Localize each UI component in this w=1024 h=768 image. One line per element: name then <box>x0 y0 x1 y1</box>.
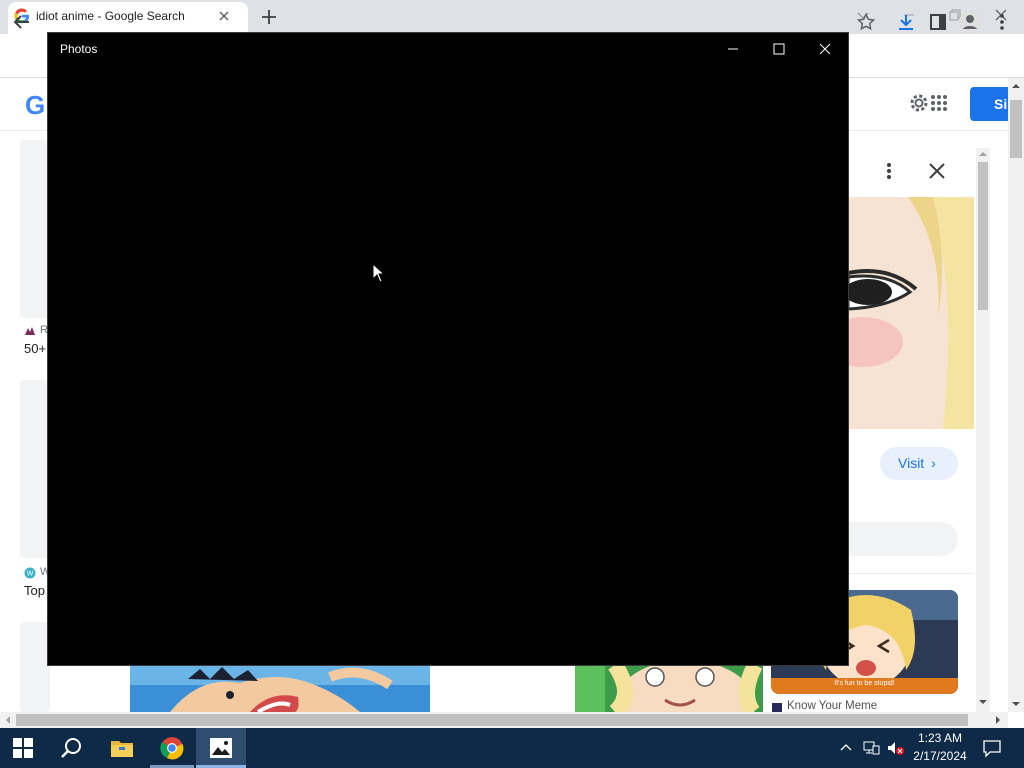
clock-date[interactable]: 2/17/2024 <box>908 749 972 763</box>
tab-title: idiot anime - Google Search <box>36 9 185 23</box>
side-panel-icon[interactable] <box>928 12 948 32</box>
network-icon[interactable] <box>862 739 880 757</box>
related-source[interactable]: Know Your Meme <box>787 700 877 712</box>
svg-text:W: W <box>27 571 34 578</box>
result-title[interactable]: Top <box>24 583 45 598</box>
file-explorer-icon[interactable] <box>110 737 134 759</box>
scroll-down-arrow-icon[interactable] <box>979 698 987 706</box>
page-scrollbar-thumb[interactable] <box>1010 100 1022 158</box>
page-vertical-scrollbar[interactable] <box>1008 78 1024 712</box>
chrome-icon[interactable] <box>160 736 184 760</box>
scroll-right-arrow-icon[interactable] <box>994 716 1002 724</box>
apps-grid-icon[interactable] <box>930 94 948 112</box>
panel-scrollbar-thumb[interactable] <box>978 162 988 310</box>
horizontal-scrollbar-thumb[interactable] <box>16 714 968 726</box>
kebab-menu-icon[interactable] <box>994 12 1010 32</box>
visit-label: Visit <box>898 455 925 471</box>
tab-close-icon[interactable] <box>216 8 232 24</box>
panel-action-pill[interactable] <box>848 522 958 556</box>
clock-time[interactable]: 1:23 AM <box>910 731 970 745</box>
image-result-thumbnail[interactable] <box>20 380 50 558</box>
source-favicon-icon <box>25 327 35 335</box>
visit-button[interactable]: Visit › <box>880 447 958 480</box>
scroll-up-arrow-icon[interactable] <box>979 150 987 158</box>
notification-icon[interactable] <box>982 738 1002 758</box>
mouse-pointer-icon <box>372 263 386 283</box>
anime-result-image[interactable] <box>130 665 430 712</box>
search-icon[interactable] <box>60 736 84 760</box>
panel-divider <box>848 573 974 574</box>
photos-app-icon[interactable] <box>209 737 233 759</box>
sign-in-button[interactable]: Si <box>970 87 1010 121</box>
new-tab-plus-icon[interactable] <box>260 8 278 26</box>
minimize-icon[interactable] <box>724 40 742 58</box>
scroll-left-arrow-icon[interactable] <box>4 716 12 724</box>
result-title[interactable]: 50+ <box>24 341 46 356</box>
close-icon[interactable] <box>926 160 948 182</box>
more-options-icon[interactable] <box>881 160 897 182</box>
anime-result-image[interactable] <box>575 665 763 712</box>
download-icon[interactable] <box>896 12 916 32</box>
scroll-up-arrow-icon[interactable] <box>1012 82 1020 90</box>
star-icon[interactable] <box>856 12 876 32</box>
volume-muted-icon[interactable] <box>886 739 904 757</box>
image-caption: It's fun to be stupid! <box>834 680 895 687</box>
anime-preview-image[interactable] <box>848 197 974 429</box>
maximize-icon[interactable] <box>770 40 788 58</box>
photo-viewer-canvas[interactable] <box>48 64 848 665</box>
chevron-up-icon[interactable] <box>839 741 853 755</box>
gear-icon[interactable] <box>908 92 930 114</box>
profile-icon[interactable] <box>958 10 982 34</box>
close-icon[interactable] <box>816 40 834 58</box>
source-favicon-icon: W <box>24 567 36 579</box>
scroll-down-arrow-icon[interactable] <box>1012 700 1020 708</box>
back-arrow-icon[interactable] <box>12 12 32 32</box>
windows-start-icon[interactable] <box>13 738 33 758</box>
photos-window-title: Photos <box>60 42 98 56</box>
chevron-right-icon: › <box>931 455 936 471</box>
google-logo[interactable]: G <box>25 90 45 121</box>
image-result-thumbnail[interactable] <box>20 140 50 318</box>
image-result-thumbnail[interactable] <box>20 622 50 712</box>
